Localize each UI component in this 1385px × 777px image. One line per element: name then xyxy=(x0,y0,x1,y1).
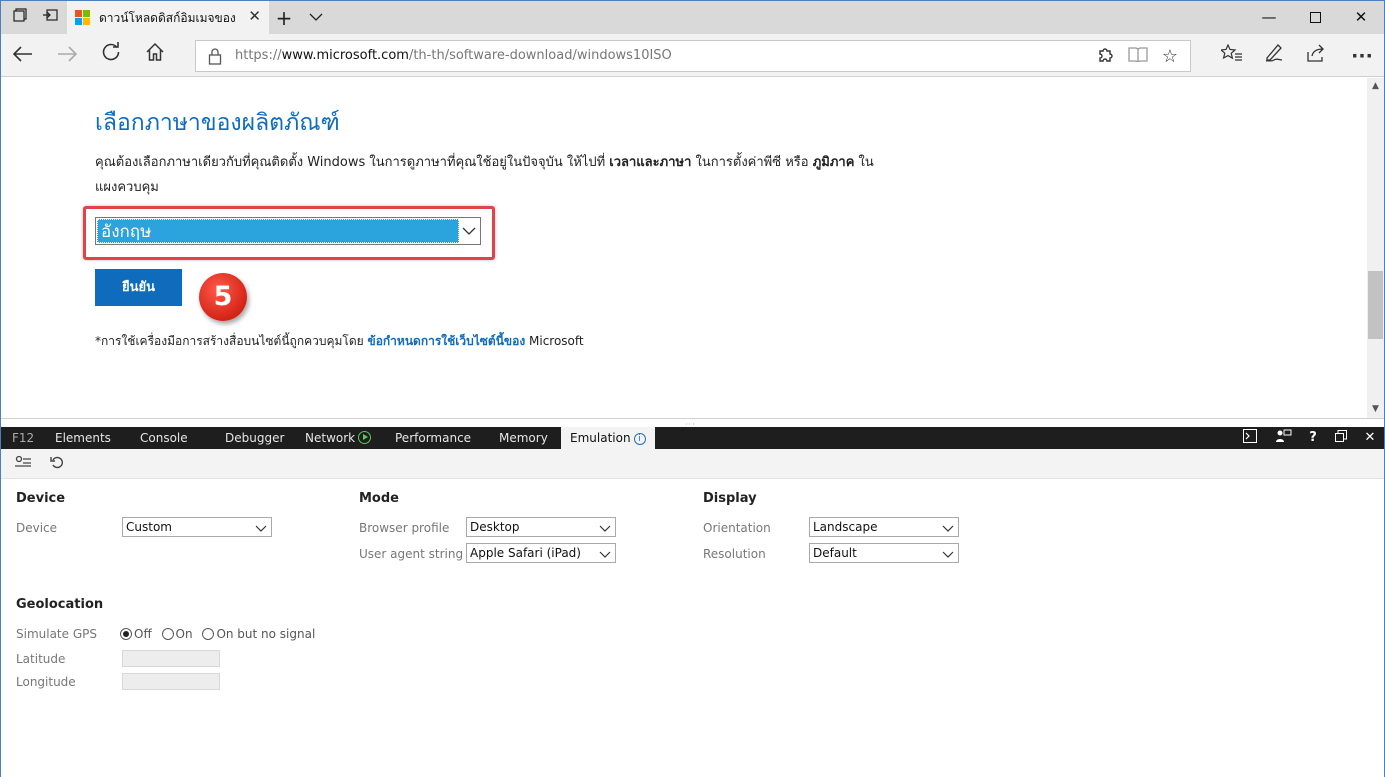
scrollbar-thumb[interactable] xyxy=(1368,271,1383,339)
share-icon[interactable] xyxy=(1299,40,1333,72)
tab-emulation[interactable]: Emulation i xyxy=(561,427,655,449)
tab-network[interactable]: Network xyxy=(305,427,372,449)
display-section-title: Display xyxy=(703,491,757,506)
feedback-icon[interactable] xyxy=(1272,427,1296,449)
favorites-list-icon[interactable] xyxy=(1215,40,1249,72)
resolution-dropdown[interactable]: Default xyxy=(809,543,959,563)
chevron-down-icon xyxy=(599,547,611,559)
undock-icon[interactable] xyxy=(1329,427,1353,449)
tab-preview-chevron-icon[interactable] xyxy=(305,7,327,29)
terms-of-use-link[interactable]: ข้อกำหนดการใช้เว็บไซต์นี้ของ xyxy=(368,334,526,348)
tab-close-icon[interactable]: ✕ xyxy=(248,7,261,25)
orientation-dropdown[interactable]: Landscape xyxy=(809,517,959,537)
set-tabs-aside-icon[interactable] xyxy=(39,7,61,29)
radio-icon[interactable] xyxy=(202,628,215,640)
chevron-down-icon xyxy=(942,521,954,533)
forward-arrow-icon[interactable] xyxy=(51,40,83,72)
gps-on-option[interactable]: On xyxy=(161,627,193,641)
minimize-button[interactable]: — xyxy=(1246,1,1292,34)
geolocation-section-title: Geolocation xyxy=(16,597,104,612)
language-select[interactable]: อังกฤษ xyxy=(95,217,481,245)
simulate-gps-radio-group: Off On On but no signal xyxy=(120,627,321,641)
resolution-value: Default xyxy=(813,546,857,560)
home-icon[interactable] xyxy=(139,40,171,72)
page-title: เลือกภาษาของผลิตภัณฑ์ xyxy=(95,110,340,136)
help-icon[interactable]: ? xyxy=(1301,427,1325,449)
orientation-value: Landscape xyxy=(813,520,878,534)
gps-off-option[interactable]: Off xyxy=(120,627,152,641)
browser-tab[interactable]: ดาวน์โหลดดิสก์อิมเมจของ Wi ✕ xyxy=(67,1,269,34)
footnote: *การใช้เครื่องมือการสร้างสื่อบนไซต์นี้ถู… xyxy=(95,334,584,348)
tab-manager-icon[interactable] xyxy=(9,7,31,29)
latitude-label: Latitude xyxy=(16,652,66,666)
page-scrollbar[interactable]: ▲ ▼ xyxy=(1367,78,1384,418)
navigation-bar: https://www.microsoft.com/th-th/software… xyxy=(1,34,1384,77)
device-dropdown[interactable]: Custom xyxy=(122,517,272,537)
device-value: Custom xyxy=(126,520,172,534)
page-content: เลือกภาษาของผลิตภัณฑ์ คุณต้องเลือกภาษาเด… xyxy=(1,78,1367,418)
device-label: Device xyxy=(16,521,58,535)
console-prompt-icon[interactable] xyxy=(1238,427,1262,449)
scroll-down-arrow-icon[interactable]: ▼ xyxy=(1367,401,1384,418)
tab-performance[interactable]: Performance xyxy=(395,427,471,449)
extension-puzzle-icon[interactable] xyxy=(1094,45,1118,69)
lock-icon xyxy=(208,47,222,65)
longitude-input[interactable] xyxy=(122,673,220,690)
tab-bar: ดาวน์โหลดดิสก์อิมเมจของ Wi ✕ + — ✕ xyxy=(1,1,1384,34)
close-window-button[interactable]: ✕ xyxy=(1338,1,1384,34)
info-icon: i xyxy=(633,433,646,445)
chevron-down-icon xyxy=(599,521,611,533)
web-note-pen-icon[interactable] xyxy=(1257,40,1291,72)
emulation-panel: Device Device Custom Mode Browser profil… xyxy=(1,479,1384,777)
device-section-title: Device xyxy=(16,491,66,506)
longitude-label: Longitude xyxy=(16,675,76,689)
more-options-icon[interactable]: ··· xyxy=(1345,40,1379,72)
simulate-gps-label: Simulate GPS xyxy=(16,627,97,641)
tab-console[interactable]: Console xyxy=(140,427,188,449)
microsoft-logo-icon xyxy=(75,10,90,25)
back-arrow-icon[interactable] xyxy=(7,40,39,72)
user-agent-value: Apple Safari (iPad) xyxy=(470,546,581,560)
chevron-down-icon xyxy=(461,222,477,240)
browser-window: ดาวน์โหลดดิสก์อิมเมจของ Wi ✕ + — ✕ https… xyxy=(0,0,1385,777)
reset-undo-icon[interactable] xyxy=(47,455,67,473)
devtools-splitter[interactable]: ··· xyxy=(1,418,1384,429)
language-instruction: คุณต้องเลือกภาษาเดียวกับที่คุณติดตั้ง Wi… xyxy=(95,155,874,195)
orientation-label: Orientation xyxy=(703,521,771,535)
browser-profile-value: Desktop xyxy=(470,520,520,534)
reading-view-icon[interactable] xyxy=(1126,45,1150,69)
recording-play-icon xyxy=(358,431,372,444)
gps-no-signal-option[interactable]: On but no signal xyxy=(202,627,315,641)
radio-icon[interactable] xyxy=(161,628,174,640)
favorite-star-icon[interactable]: ☆ xyxy=(1158,45,1182,69)
latitude-input[interactable] xyxy=(122,650,220,667)
persist-settings-icon[interactable] xyxy=(13,455,33,473)
radio-selected-icon[interactable] xyxy=(120,628,132,640)
step-number-badge: 5 xyxy=(199,273,247,321)
new-tab-icon[interactable]: + xyxy=(273,7,295,29)
address-bar[interactable]: https://www.microsoft.com/th-th/software… xyxy=(195,40,1191,72)
tab-title: ดาวน์โหลดดิสก์อิมเมจของ Wi xyxy=(99,11,239,25)
devtools-f12-label: F12 xyxy=(12,431,35,445)
tab-elements[interactable]: Elements xyxy=(55,427,111,449)
maximize-button[interactable] xyxy=(1292,1,1338,34)
refresh-icon[interactable] xyxy=(95,40,127,72)
chevron-down-icon xyxy=(255,521,267,533)
url-text: https://www.microsoft.com/th-th/software… xyxy=(235,48,672,63)
selected-language: อังกฤษ xyxy=(97,219,459,243)
devtools-close-icon[interactable]: ✕ xyxy=(1358,427,1382,449)
resolution-label: Resolution xyxy=(703,547,766,561)
chevron-down-icon xyxy=(942,547,954,559)
confirm-button[interactable]: ยืนยัน xyxy=(95,269,182,306)
mode-section-title: Mode xyxy=(359,491,399,506)
tab-debugger[interactable]: Debugger xyxy=(225,427,284,449)
user-agent-dropdown[interactable]: Apple Safari (iPad) xyxy=(466,543,616,563)
user-agent-label: User agent string xyxy=(359,547,464,561)
browser-profile-label: Browser profile xyxy=(359,521,450,535)
browser-profile-dropdown[interactable]: Desktop xyxy=(466,517,616,537)
devtools-tab-bar: F12 Elements Console Debugger Network Pe… xyxy=(1,427,1384,449)
scroll-up-arrow-icon[interactable]: ▲ xyxy=(1367,78,1384,95)
tab-memory[interactable]: Memory xyxy=(499,427,548,449)
emulation-toolbar xyxy=(1,449,1384,479)
